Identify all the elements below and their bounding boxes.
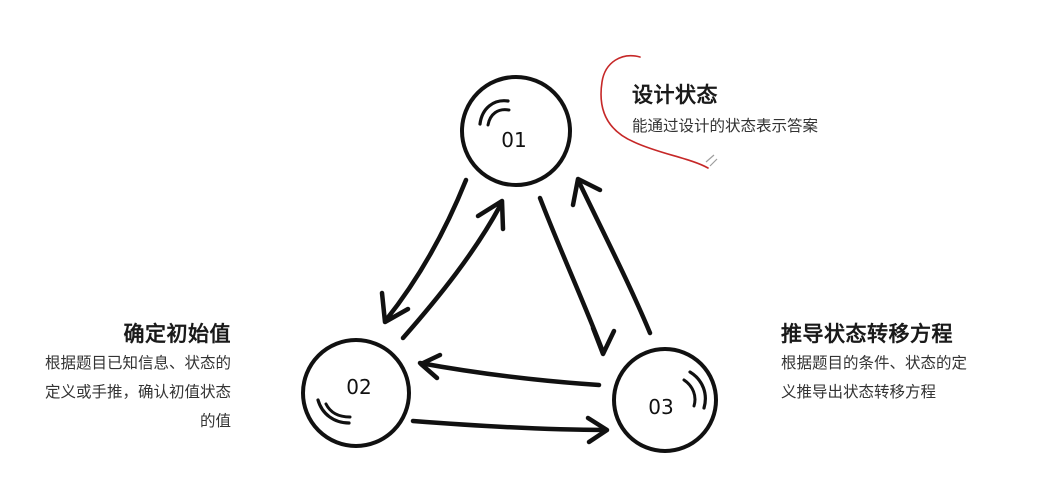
design-state-description: 能通过设计的状态表示答案 bbox=[632, 117, 819, 135]
init-value-title: 确定初始值 bbox=[123, 322, 231, 346]
transition-line: 义推导出状态转移方程 bbox=[781, 383, 937, 401]
arrow-03-to-01 bbox=[576, 179, 653, 336]
design-state-title: 设计状态 bbox=[632, 83, 718, 107]
node-03: 03 bbox=[612, 347, 718, 453]
node-02: 02 bbox=[301, 338, 411, 448]
arrow-03-to-02 bbox=[417, 360, 602, 388]
init-value-description: 根据题目已知信息、状态的 定义或手推，确认初值状态 的值 bbox=[45, 349, 231, 436]
init-value-line: 的值 bbox=[199, 412, 231, 430]
node-03-label: 03 bbox=[648, 395, 673, 419]
init-value-line: 根据题目已知信息、状态的 bbox=[44, 354, 231, 372]
arrow-01-to-03-head bbox=[590, 325, 617, 357]
arrow-02-to-03 bbox=[410, 418, 609, 433]
node-01-label: 01 bbox=[501, 128, 526, 152]
annotation-tick bbox=[705, 154, 718, 167]
transition-line: 根据题目的条件、状态的定 bbox=[781, 354, 968, 372]
init-value-line: 定义或手推，确认初值状态 bbox=[44, 383, 231, 401]
transition-title: 推导状态转移方程 bbox=[781, 322, 953, 346]
arrow-01-to-02 bbox=[383, 177, 469, 323]
node-01: 01 bbox=[460, 75, 572, 187]
node-02-label: 02 bbox=[346, 375, 371, 399]
transition-description: 根据题目的条件、状态的定 义推导出状态转移方程 bbox=[781, 349, 967, 407]
